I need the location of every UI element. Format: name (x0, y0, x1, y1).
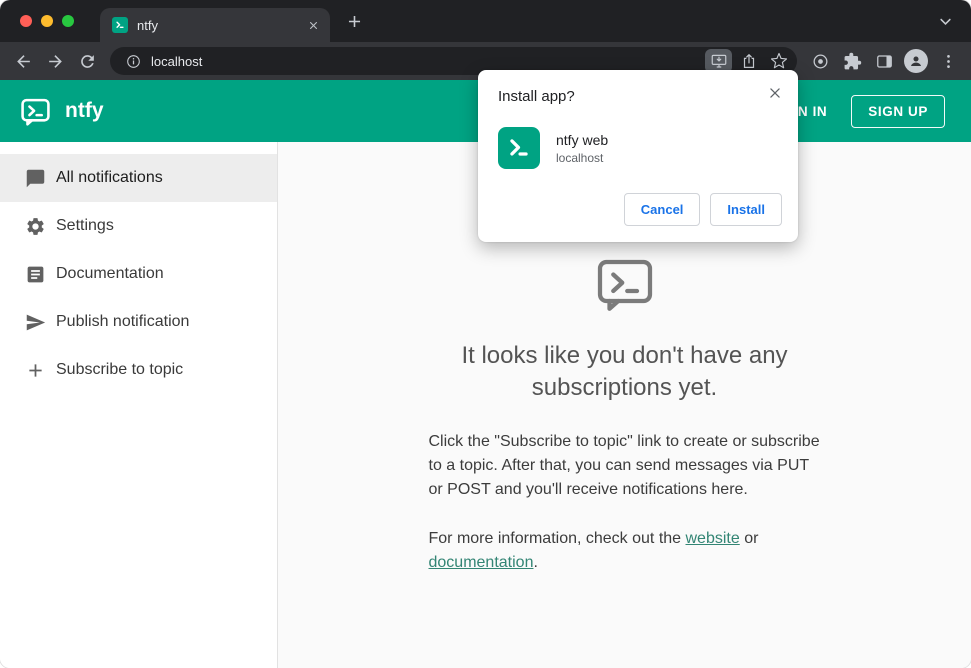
sidebar-item-publish-notification[interactable]: Publish notification (0, 298, 277, 346)
reload-button[interactable] (72, 46, 102, 76)
ntfy-app-icon (498, 127, 540, 169)
cancel-button[interactable]: Cancel (623, 193, 701, 226)
empty-state-title: It looks like you don't have any subscri… (461, 342, 788, 402)
forward-arrow-icon (48, 54, 62, 68)
plus-icon (348, 15, 360, 27)
tab-title: ntfy (137, 17, 158, 33)
dialog-app-info: ntfy web localhost (556, 132, 608, 165)
ntfy-favicon-icon (112, 17, 128, 33)
star-icon (770, 52, 787, 69)
profile-button[interactable] (904, 49, 928, 73)
sign-up-button[interactable]: SIGN UP (851, 94, 945, 128)
install-app-dialog: Install app? ntfy web localhost Cancel I… (478, 70, 798, 242)
brand-title: ntfy (65, 99, 104, 122)
close-window-button[interactable] (20, 15, 32, 27)
tab-search-button[interactable] (931, 7, 959, 35)
reload-icon (80, 54, 94, 68)
dialog-title: Install app? (498, 88, 575, 105)
sidebar-item-label: All notifications (56, 169, 163, 186)
close-icon (770, 88, 780, 98)
paragraph-text: For more information, check out the (428, 529, 686, 547)
documentation-link[interactable]: documentation (429, 554, 534, 571)
chevron-down-icon (939, 18, 951, 25)
extensions-menu-button[interactable] (837, 46, 867, 76)
extension-icon (813, 54, 827, 68)
traffic-lights (0, 15, 84, 27)
dialog-close-button[interactable] (765, 83, 785, 103)
share-icon (743, 54, 754, 68)
gear-icon (25, 216, 46, 237)
minimize-window-button[interactable] (41, 15, 53, 27)
sidebar-item-all-notifications[interactable]: All notifications (0, 154, 277, 202)
site-info-button[interactable] (122, 50, 144, 72)
sidebar-item-documentation[interactable]: Documentation (0, 250, 277, 298)
maximize-window-button[interactable] (62, 15, 74, 27)
sidebar-item-label: Documentation (56, 265, 164, 282)
sidebar-item-label: Subscribe to topic (56, 361, 184, 378)
forward-button[interactable] (40, 46, 70, 76)
browser-window: ntfy localhost ntfy SIGN IN SIGN UP All … (0, 0, 971, 668)
tab-close-icon[interactable] (304, 16, 322, 34)
ntfy-terminal-icon (597, 259, 652, 311)
dialog-app-name: ntfy web (556, 131, 609, 148)
sidebar-item-label: Publish notification (56, 313, 190, 330)
ntfy-logo-icon (21, 98, 50, 126)
sidebar-item-settings[interactable]: Settings (0, 202, 277, 250)
paragraph-text: . (533, 553, 538, 571)
password-manager-button[interactable] (805, 46, 835, 76)
browser-menu-button[interactable] (933, 46, 963, 76)
browser-tab[interactable]: ntfy (100, 8, 330, 42)
back-arrow-icon (16, 54, 30, 68)
dialog-app-origin: localhost (556, 150, 604, 165)
paragraph-text: or (739, 529, 759, 547)
empty-state-paragraph: Click the "Subscribe to topic" link to c… (428, 432, 820, 498)
dialog-app-row: ntfy web localhost (494, 105, 782, 177)
install-icon (711, 54, 726, 68)
article-icon (25, 264, 46, 285)
sidebar-item-label: Settings (56, 217, 114, 234)
side-panel-icon (876, 54, 892, 68)
empty-state-links-paragraph: For more information, check out the webs… (429, 527, 821, 575)
send-icon (25, 312, 46, 333)
tab-strip: ntfy (0, 0, 971, 42)
back-button[interactable] (8, 46, 38, 76)
plus-icon (25, 360, 46, 381)
website-link[interactable]: website (686, 530, 740, 547)
install-button[interactable]: Install (710, 193, 782, 226)
chat-icon (25, 168, 46, 189)
avatar-icon (911, 56, 921, 66)
new-tab-button[interactable] (340, 7, 368, 35)
puzzle-icon (844, 52, 861, 69)
dialog-actions: Cancel Install (494, 193, 782, 226)
side-panel-button[interactable] (869, 46, 899, 76)
address-text: localhost (151, 53, 203, 69)
sidebar: All notifications Settings Documentation (0, 142, 278, 668)
info-icon (126, 54, 140, 68)
sidebar-item-subscribe-to-topic[interactable]: Subscribe to topic (0, 346, 277, 394)
kebab-menu-icon (946, 54, 950, 68)
